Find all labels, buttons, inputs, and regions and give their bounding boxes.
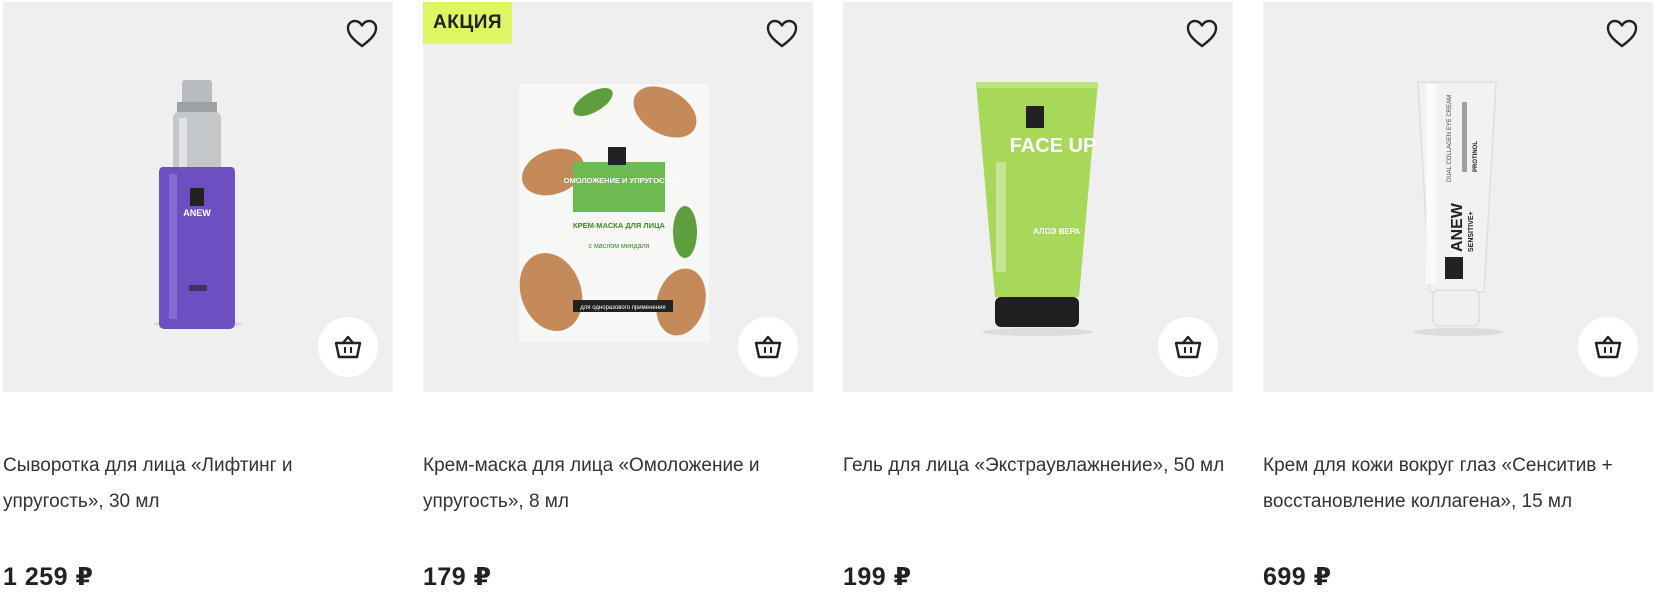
basket-icon — [1174, 335, 1202, 359]
product-card[interactable]: ANEW SENSITIVE+ DUAL COLLAGEN EYE CREAM … — [1263, 0, 1653, 594]
product-card[interactable]: FACE UP АЛОЭ ВЕРА Гель для лица «Экстрау… — [843, 0, 1233, 594]
package-line-label: ANEW — [1449, 202, 1466, 252]
package-sub-label: SENSITIVE+ — [1468, 211, 1475, 252]
add-to-cart-button[interactable] — [318, 317, 378, 377]
product-photo[interactable]: ANEW — [3, 2, 393, 392]
package-note: с маслом миндаля — [589, 243, 650, 250]
product-grid: ANEW Сыворотка для лица «Лифтинг и упруг… — [0, 0, 1655, 594]
package-ingredient: АЛОЭ ВЕРА — [1033, 227, 1080, 236]
add-to-cart-button[interactable] — [1158, 317, 1218, 377]
product-price: 179 ₽ — [423, 563, 492, 591]
promo-badge: АКЦИЯ — [423, 2, 513, 44]
add-to-cart-button[interactable] — [738, 317, 798, 377]
basket-icon — [1594, 335, 1622, 359]
package-tech: PROTINOL — [1473, 141, 1479, 172]
package-desc: DUAL COLLAGEN EYE CREAM — [1447, 95, 1453, 182]
product-card[interactable]: ANEW Сыворотка для лица «Лифтинг и упруг… — [3, 0, 393, 594]
favorite-heart-icon[interactable] — [765, 18, 799, 50]
package-subtitle: КРЕМ-МАСКА ДЛЯ ЛИЦА — [573, 221, 666, 230]
basket-icon — [334, 335, 362, 359]
package-line-label: ANEW — [183, 208, 211, 218]
product-price: 1 259 ₽ — [3, 563, 94, 591]
product-title[interactable]: Крем для кожи вокруг глаз «Сенситив + во… — [1263, 448, 1655, 520]
package-footer: для одноразового применения — [580, 305, 665, 311]
favorite-heart-icon[interactable] — [345, 18, 379, 50]
add-to-cart-button[interactable] — [1578, 317, 1638, 377]
product-price: 699 ₽ — [1263, 563, 1332, 591]
product-title[interactable]: Сыворотка для лица «Лифтинг и упругость»… — [3, 448, 395, 520]
favorite-heart-icon[interactable] — [1185, 18, 1219, 50]
product-card[interactable]: ОМОЛОЖЕНИЕ И УПРУГОСТЬ КРЕМ-МАСКА ДЛЯ ЛИ… — [423, 0, 813, 594]
product-photo[interactable]: ОМОЛОЖЕНИЕ И УПРУГОСТЬ КРЕМ-МАСКА ДЛЯ ЛИ… — [423, 2, 813, 392]
package-headline: ОМОЛОЖЕНИЕ И УПРУГОСТЬ — [564, 176, 675, 185]
product-price: 199 ₽ — [843, 563, 912, 591]
product-title[interactable]: Крем-маска для лица «Омоложение и упруго… — [423, 448, 815, 520]
product-photo[interactable]: FACE UP АЛОЭ ВЕРА — [843, 2, 1233, 392]
product-title[interactable]: Гель для лица «Экстраувлажнение», 50 мл — [843, 448, 1235, 484]
package-line-label: FACE UP — [1010, 135, 1097, 157]
favorite-heart-icon[interactable] — [1605, 18, 1639, 50]
product-photo[interactable]: ANEW SENSITIVE+ DUAL COLLAGEN EYE CREAM … — [1263, 2, 1653, 392]
basket-icon — [754, 335, 782, 359]
